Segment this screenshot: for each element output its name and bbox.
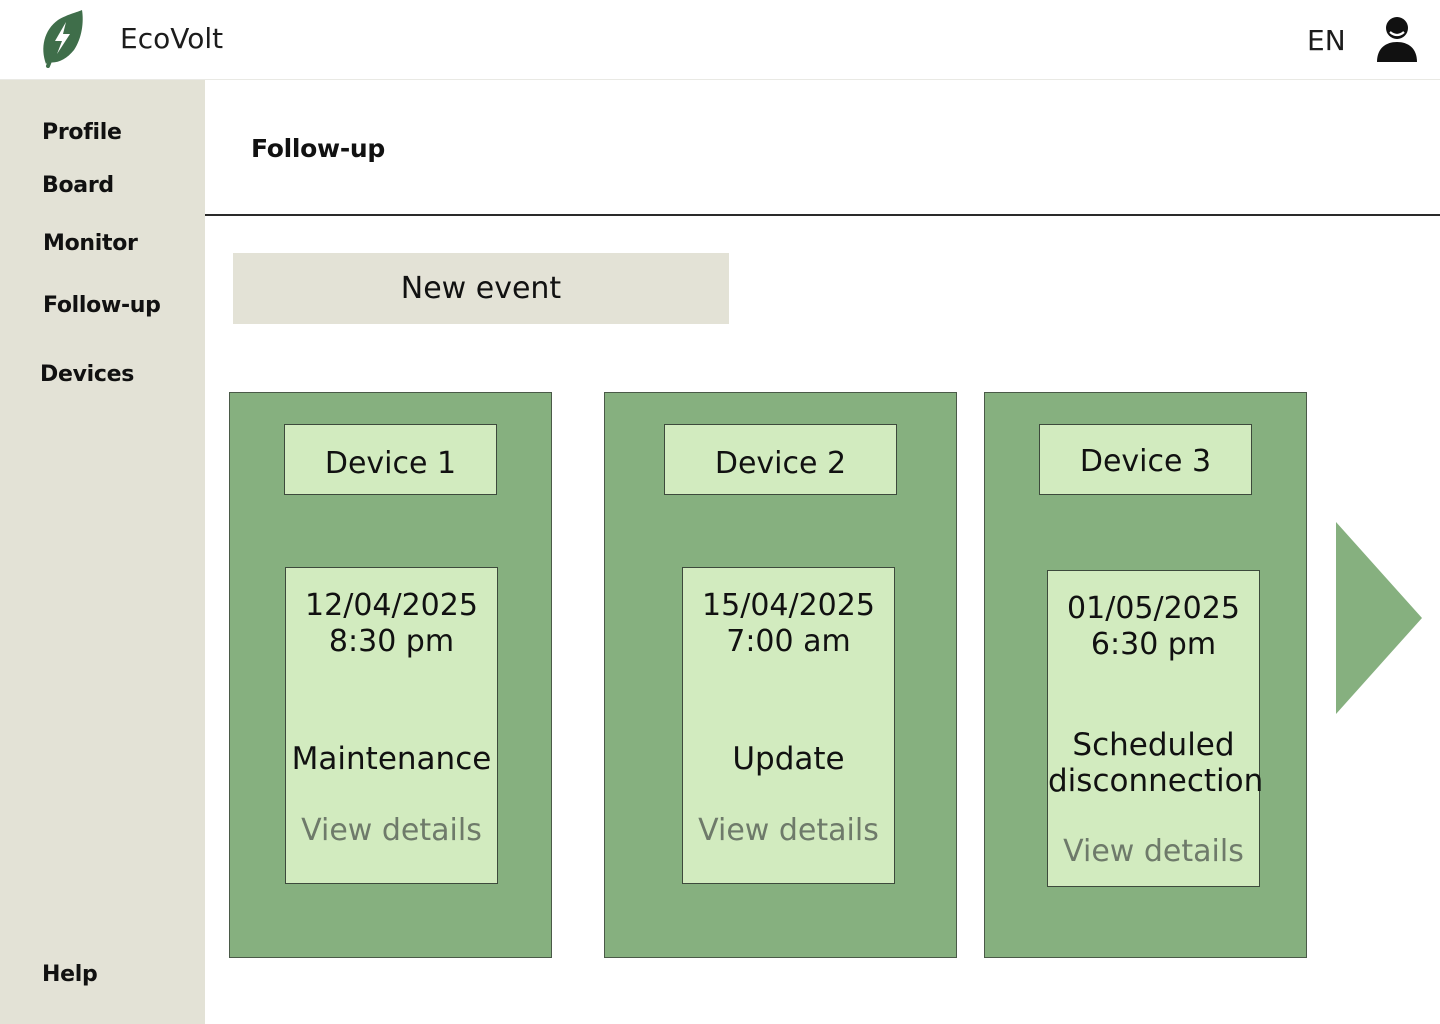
event-date: 01/05/2025 (1067, 591, 1240, 626)
event-card: Device 1 12/04/2025 8:30 pm Maintenance … (229, 392, 552, 958)
event-details: 01/05/2025 6:30 pm Scheduled disconnecti… (1047, 570, 1264, 887)
user-icon[interactable] (1374, 14, 1420, 64)
event-details: 12/04/2025 8:30 pm Maintenance View deta… (285, 567, 498, 884)
event-type: Update (732, 741, 845, 777)
sidebar-item-profile[interactable]: Profile (42, 120, 122, 145)
sidebar-item-help[interactable]: Help (42, 962, 98, 987)
sidebar: Profile Board Monitor Follow-up Devices … (0, 80, 205, 1024)
page-title: Follow-up (251, 134, 386, 163)
view-details-link[interactable]: View details (286, 813, 497, 849)
view-details-link[interactable]: View details (1048, 834, 1259, 870)
device-label[interactable]: Device 2 (664, 424, 897, 495)
event-card: Device 3 01/05/2025 6:30 pm Scheduled di… (984, 392, 1307, 958)
new-event-button[interactable]: New event (233, 253, 729, 324)
device-label[interactable]: Device 1 (284, 424, 497, 495)
event-type: Scheduled disconnection (1048, 727, 1264, 799)
event-card: Device 2 15/04/2025 7:00 am Update View … (604, 392, 957, 958)
leaf-bolt-icon[interactable] (38, 8, 86, 68)
event-date: 12/04/2025 (305, 588, 478, 623)
event-type-line2: disconnection (1048, 763, 1264, 799)
event-time: 6:30 pm (1090, 627, 1217, 662)
event-type: Maintenance (291, 741, 492, 777)
sidebar-item-monitor[interactable]: Monitor (43, 231, 138, 256)
sidebar-item-follow-up[interactable]: Follow-up (43, 293, 161, 318)
event-time: 8:30 pm (328, 624, 455, 659)
title-divider (205, 214, 1440, 216)
sidebar-item-board[interactable]: Board (42, 173, 114, 198)
event-type-line1: Scheduled (1072, 727, 1235, 763)
chevron-right-icon[interactable] (1334, 520, 1424, 716)
view-details-link[interactable]: View details (683, 813, 894, 849)
event-time: 7:00 am (726, 624, 851, 659)
language-selector[interactable]: EN (1307, 24, 1346, 57)
event-details: 15/04/2025 7:00 am Update View details (682, 567, 895, 884)
device-label[interactable]: Device 3 (1039, 424, 1252, 495)
app-name: EcoVolt (120, 22, 224, 55)
top-bar: EcoVolt EN (0, 0, 1440, 80)
sidebar-item-devices[interactable]: Devices (40, 362, 134, 387)
event-date: 15/04/2025 (702, 588, 875, 623)
